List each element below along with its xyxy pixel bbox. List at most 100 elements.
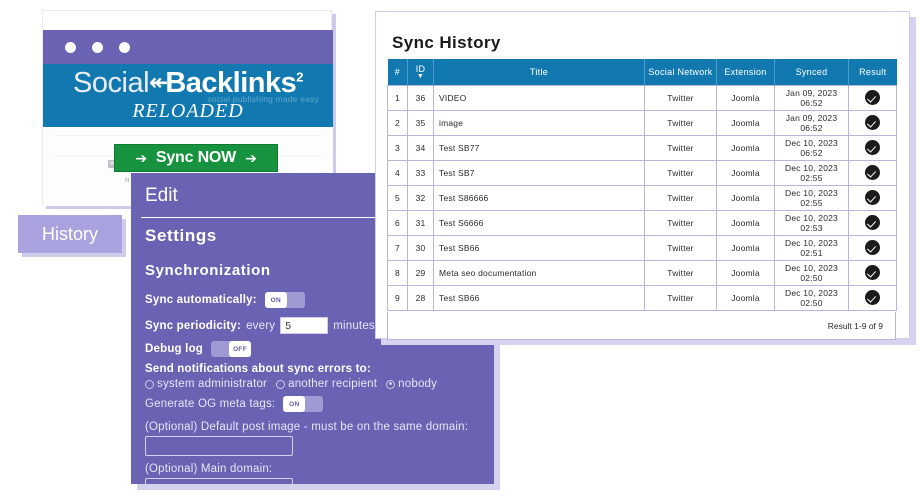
main-domain-input[interactable] [145, 478, 293, 484]
radio-icon [276, 379, 286, 389]
success-check-icon [865, 290, 880, 305]
table-row[interactable]: 8 29 Meta seo documentation Twitter Joomla De… [387, 259, 897, 286]
sort-descending-icon: ▼ [416, 72, 425, 80]
cell-extension: Joomla [716, 184, 775, 211]
column-header-label: Result [859, 66, 887, 77]
notifications-label: Send notifications about sync errors to: [145, 363, 371, 375]
og-meta-tags-row: Generate OG meta tags: ON [145, 396, 324, 412]
cell-num: 1 [387, 84, 408, 111]
cell-synced: Dec 10, 2023 02:53 [774, 209, 849, 236]
cell-social-network: Twitter [644, 84, 717, 111]
sync-history-panel: Sync History # ID ▼ Title Social Network… [375, 11, 910, 340]
column-header-result[interactable]: Result [848, 59, 897, 85]
og-meta-tags-toggle-state: ON [283, 396, 306, 412]
debug-log-row: Debug log OFF [145, 341, 252, 357]
notify-option-system-administrator[interactable]: system administrator [145, 378, 267, 390]
sync-now-button-label: Sync NOW [155, 149, 237, 166]
cell-num: 7 [387, 234, 408, 261]
column-header-social-network[interactable]: Social Network [644, 59, 717, 85]
table-row[interactable]: 3 34 Test SB77 Twitter Joomla Dec 10, 2023 06… [387, 134, 897, 161]
cell-extension: Joomla [716, 109, 775, 136]
sync-periodicity-unit: minutes [333, 319, 375, 332]
success-check-icon [865, 240, 880, 255]
success-check-icon [865, 140, 880, 155]
cell-result [848, 184, 897, 211]
success-check-icon [865, 265, 880, 280]
cell-extension: Joomla [716, 84, 775, 111]
window-dot-icon[interactable] [65, 42, 76, 53]
cell-title: Test SB66 [433, 234, 645, 261]
result-footer: Result 1-9 of 9 [387, 312, 896, 340]
debug-log-toggle[interactable]: OFF [211, 341, 252, 357]
cell-synced: Jan 09, 2023 06:52 [774, 84, 849, 111]
default-post-image-label-row: (Optional) Default post image - must be … [145, 421, 468, 433]
cell-social-network: Twitter [644, 134, 717, 161]
cell-social-network: Twitter [644, 234, 717, 261]
og-meta-tags-toggle[interactable]: ON [283, 396, 324, 412]
window-dot-icon[interactable] [119, 42, 130, 53]
table-row[interactable]: 5 32 Test S86666 Twitter Joomla Dec 10, 2023 … [387, 184, 897, 211]
table-row[interactable]: 2 35 image Twitter Joomla Jan 09, 2023 06:52 [387, 109, 897, 136]
arrow-right-icon: ➔ [245, 149, 257, 166]
brand-logo-superscript: 2 [296, 69, 303, 85]
cell-extension: Joomla [716, 134, 775, 161]
default-post-image-input[interactable] [145, 436, 293, 456]
cell-synced: Jan 09, 2023 06:52 [774, 109, 849, 136]
table-row[interactable]: 7 30 Test SB66 Twitter Joomla Dec 10, 2023 02… [387, 234, 897, 261]
cell-id: 33 [407, 159, 434, 186]
sync-periodicity-input[interactable] [280, 317, 329, 334]
ghost-divider [53, 135, 323, 136]
column-header-num[interactable]: # [387, 59, 408, 85]
cell-extension: Joomla [716, 159, 775, 186]
column-header-id[interactable]: ID ▼ [407, 59, 434, 85]
table-row[interactable]: 1 36 VIDEO Twitter Joomla Jan 09, 2023 06:52 [387, 84, 897, 111]
column-header-synced[interactable]: Synced [774, 59, 849, 85]
sync-automatically-toggle[interactable]: ON [264, 292, 305, 308]
synchronization-heading: Synchronization [145, 262, 271, 279]
cell-social-network: Twitter [644, 209, 717, 236]
cell-id: 28 [407, 284, 434, 311]
column-header-label: Synced [795, 66, 828, 77]
brand-logo-bar: Social↞Backlinks2 social publishing made… [43, 64, 333, 127]
cell-result [848, 259, 897, 286]
cell-id: 31 [407, 209, 434, 236]
column-header-title[interactable]: Title [433, 59, 645, 85]
history-button[interactable]: History [18, 215, 122, 253]
cell-title: Test S86666 [433, 184, 645, 211]
cell-synced: Dec 10, 2023 02:51 [774, 234, 849, 261]
main-domain-label: (Optional) Main domain: [145, 463, 273, 475]
sync-automatically-row: Sync automatically: ON [145, 292, 305, 308]
success-check-icon [865, 90, 880, 105]
brand-logo-social: Social [73, 67, 150, 99]
notifications-label-row: Send notifications about sync errors to: [145, 363, 371, 375]
cell-extension: Joomla [716, 259, 775, 286]
ghost-text: N [125, 178, 130, 184]
cell-result [848, 284, 897, 311]
notify-option-nobody[interactable]: nobody [386, 378, 437, 390]
og-meta-tags-label: Generate OG meta tags: [145, 398, 276, 410]
sync-now-button[interactable]: ➔ Sync NOW ➔ [114, 144, 278, 172]
default-post-image-input-row [145, 436, 293, 456]
cell-id: 35 [407, 109, 434, 136]
notify-option-another-recipient[interactable]: another recipient [276, 378, 377, 390]
table-row[interactable]: 9 28 Test SB66 Twitter Joomla Dec 10, 2023 02… [387, 284, 897, 311]
window-dot-icon[interactable] [92, 42, 103, 53]
sync-automatically-toggle-state: ON [264, 292, 287, 308]
cell-social-network: Twitter [644, 284, 717, 311]
cell-social-network: Twitter [644, 159, 717, 186]
cell-num: 8 [387, 259, 408, 286]
edit-title: Edit [145, 185, 178, 206]
table-row[interactable]: 6 31 Test S6666 Twitter Joomla Dec 10, 2023 0… [387, 209, 897, 236]
cell-result [848, 234, 897, 261]
cell-title: image [433, 109, 645, 136]
cell-title: Test SB66 [433, 284, 645, 311]
cell-extension: Joomla [716, 284, 775, 311]
column-header-extension[interactable]: Extension [716, 59, 775, 85]
cell-synced: Dec 10, 2023 02:55 [774, 184, 849, 211]
radio-icon [145, 379, 154, 389]
cell-num: 6 [387, 209, 408, 236]
history-button-label: History [41, 223, 98, 244]
table-row[interactable]: 4 33 Test SB7 Twitter Joomla Dec 10, 2023 02:… [387, 159, 897, 186]
cell-title: VIDEO [433, 84, 645, 111]
column-header-label: # [394, 66, 400, 77]
